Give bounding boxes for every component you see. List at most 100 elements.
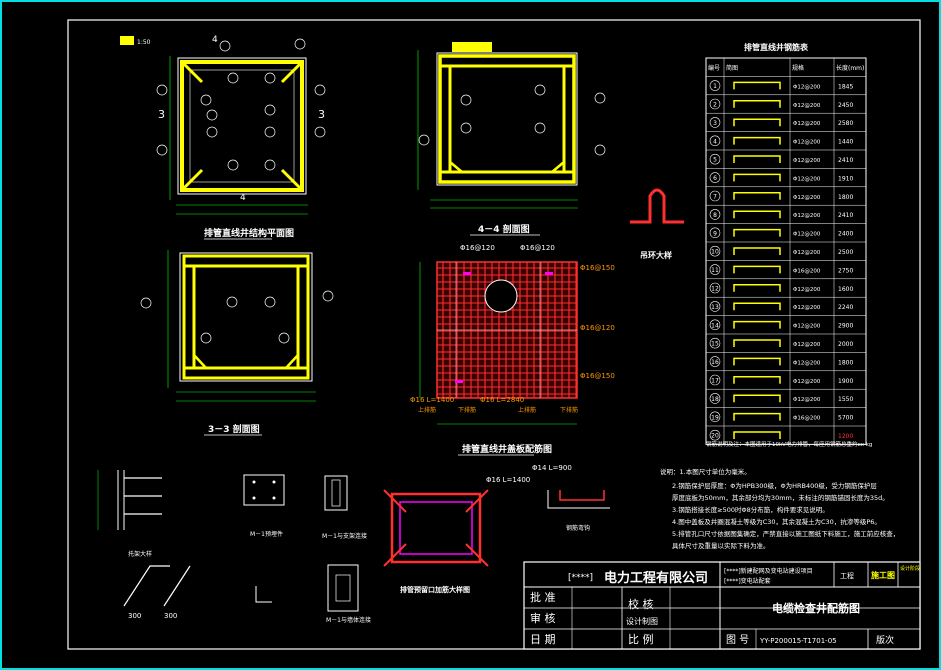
rebar-spec: Φ12@200: [793, 232, 821, 238]
rebar-number: 3: [713, 120, 717, 127]
scale-label: 比 例: [628, 632, 654, 646]
company-name: 电力工程有限公司: [604, 570, 708, 586]
hook-title: 吊环大样: [640, 250, 672, 260]
rebar-number: 18: [711, 396, 719, 403]
stage-label-2: 设计阶段: [900, 565, 920, 572]
hole-detail-title: 排管预留口加筋大样图: [400, 585, 470, 594]
slab-label-6: Φ16 L=1400: [410, 396, 454, 404]
rebar-number: 2: [713, 102, 717, 109]
plan-view: 1:50 3 3 4 4: [120, 35, 326, 215]
svg-text:1:50: 1:50: [137, 39, 151, 46]
rebar-spec: Φ12@200: [793, 103, 821, 109]
rebar-header: 编号: [708, 64, 720, 72]
rebar-length: 1910: [838, 175, 853, 182]
rebar-length: 2500: [838, 249, 853, 256]
slab-label-8: 上排筋: [418, 406, 436, 414]
check-label: 校 核: [628, 597, 654, 611]
rebar-length: 2410: [838, 212, 853, 219]
version-label: 版次: [876, 634, 894, 646]
note-3: 厚度底板为50mm，其余部分均为30mm，未标注的钢筋锚固长度为35d。: [672, 493, 889, 502]
note-6: 5.排管孔口尺寸依据图集确定，严禁直接以施工图纸下料施工，施工前应核查，: [672, 529, 899, 538]
rebar-spec: Φ16@200: [793, 268, 821, 274]
plan-title: 排管直线井结构平面图: [204, 227, 294, 239]
svg-text:3: 3: [318, 108, 325, 121]
lifting-hook-detail: [630, 188, 684, 224]
design-label: 设计制图: [626, 616, 658, 626]
rebar-number: 20: [711, 433, 719, 440]
rebar-length: 1200: [838, 433, 853, 440]
rebar-header: 长度(mm): [836, 64, 864, 72]
rebar-length: 2450: [838, 102, 853, 109]
rebar-length: 2000: [838, 341, 853, 348]
bend-label-2: Φ16 L=1400: [486, 476, 530, 484]
note-2: 2.钢筋保护层厚度：Φ为HPB300级，Φ为HRB400级，受力钢筋保护层: [672, 481, 877, 490]
step-iron-detail: [255, 564, 359, 612]
slab-title: 排管直线井盖板配筋图: [462, 443, 552, 455]
svg-text:300: 300: [128, 612, 141, 620]
rebar-number: 6: [713, 175, 717, 182]
rebar-number: 9: [713, 230, 717, 237]
rebar-length: 2240: [838, 304, 853, 311]
m1-bracket-detail: [324, 475, 348, 511]
slab-label-5: Φ16@150: [580, 372, 615, 380]
rebar-length: 1440: [838, 139, 853, 146]
rebar-spec: Φ12@200: [793, 324, 821, 330]
svg-text:3: 3: [158, 108, 165, 121]
rebar-number: 14: [711, 322, 719, 329]
rebar-spec: Φ12@200: [793, 158, 821, 164]
rebar-header: 规格: [792, 64, 804, 72]
corbel-detail: [97, 470, 162, 530]
rebar-length: 2580: [838, 120, 853, 127]
rebar-spec: Φ12@200: [793, 121, 821, 127]
rebar-number: 5: [713, 157, 717, 164]
rebar-spec: Φ12@200: [793, 140, 821, 146]
rebar-length: 2900: [838, 323, 853, 330]
rebar-number: 13: [711, 304, 719, 311]
rebar-table: 编号 简图 规格 长度(mm)1 Φ12@200 18452 Φ12@200 24503 Φ12…: [705, 57, 867, 445]
section-4-4-title: 4－4 剖面图: [478, 223, 530, 235]
rebar-spec: Φ12@200: [793, 342, 821, 348]
approve-label: 批 准: [530, 590, 556, 604]
rebar-number: 10: [711, 249, 719, 256]
rebar-number: 4: [713, 138, 717, 145]
drawing-title: 电缆检查井配筋图: [772, 601, 860, 615]
corbel-title: 托架大样: [128, 550, 152, 558]
rebar-length: 1550: [838, 396, 853, 403]
rebar-number: 12: [711, 286, 719, 293]
rebar-length: 1600: [838, 286, 853, 293]
project-line-2: [****]变电站配套: [724, 577, 771, 585]
hole-reinforcement-detail: [383, 489, 489, 567]
rebar-spec: Φ12@200: [793, 213, 821, 219]
rebar-number: 17: [711, 378, 719, 385]
rebar-table-note: 钢筋说明及注：本图适用于10kV电力排管，每座用钢筋总重约xx kg: [706, 440, 872, 448]
m1-wall-title: M－1与支架连接: [322, 532, 367, 540]
rebar-number: 11: [711, 267, 719, 274]
rebar-length: 1800: [838, 194, 853, 201]
drawing-no: YY-P200015-T1701-05: [759, 637, 837, 645]
company-prefix: [****]: [568, 573, 593, 583]
rebar-number: 16: [711, 359, 719, 366]
slab-label-11: 下排筋: [560, 406, 578, 414]
note-5: 4.图中盖板及井圈混凝土等级为C30，其余混凝土为C30，抗渗等级P6。: [672, 517, 881, 526]
stair-detail: 300 300: [123, 565, 191, 620]
cad-drawing-canvas: 1:50 3 3 4 4 排管直线井结构平面图 4－4 剖面图 3－3 剖面图 …: [0, 0, 941, 670]
stage-label: 施工图: [871, 570, 895, 580]
rebar-length: 5700: [838, 415, 853, 422]
slab-label-9: 下排筋: [458, 406, 476, 414]
svg-text:4: 4: [212, 35, 218, 45]
rebar-number: 19: [711, 414, 719, 421]
rebar-length: 2400: [838, 231, 853, 238]
rebar-number: 15: [711, 341, 719, 348]
rebar-spec: Φ12@200: [793, 360, 821, 366]
rebar-spec: Φ12@200: [793, 250, 821, 256]
rebar-length: 2410: [838, 157, 853, 164]
rebar-length: 1900: [838, 378, 853, 385]
m1-embedded-plate: [243, 474, 285, 506]
rebar-number: 1: [713, 83, 717, 90]
note-7: 具体尺寸及重量以实际下料为准。: [672, 541, 770, 550]
svg-text:300: 300: [164, 612, 177, 620]
drawing-no-label: 图 号: [726, 634, 749, 646]
rebar-spec: Φ16@200: [793, 416, 821, 422]
bend-label: Φ14 L=900: [532, 464, 572, 472]
slab-label-7: Φ16 L=2840: [480, 396, 524, 404]
